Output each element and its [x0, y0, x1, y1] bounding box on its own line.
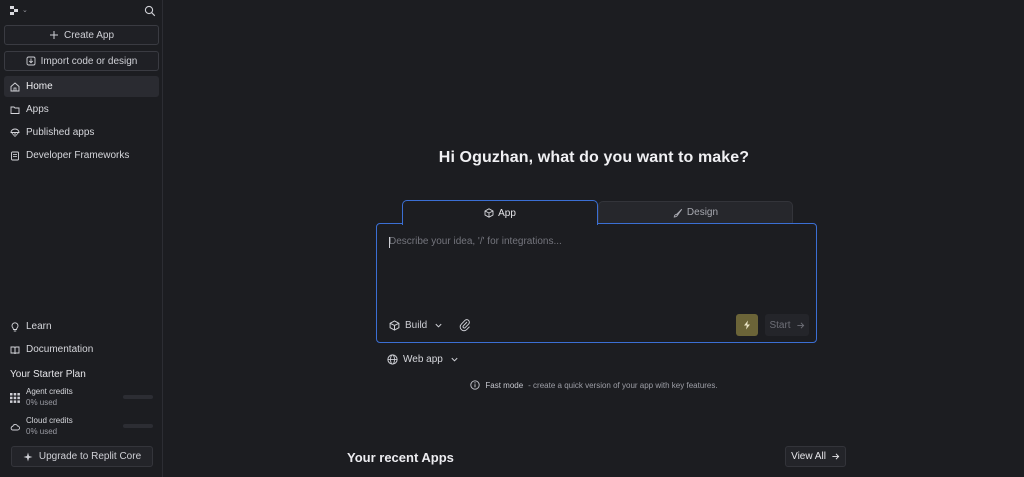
book-icon: [10, 346, 20, 354]
import-button[interactable]: Import code or design: [4, 51, 159, 71]
brush-icon: [673, 208, 683, 217]
build-label: Build: [405, 319, 428, 331]
paperclip-icon[interactable]: [459, 318, 471, 332]
sidebar-item-learn[interactable]: Learn: [4, 316, 159, 337]
search-icon[interactable]: [144, 5, 156, 17]
text-caret: [389, 237, 390, 248]
cube-icon: [484, 208, 494, 218]
chevron-down-icon: [451, 357, 458, 362]
fast-mode-label: Fast mode: [485, 380, 524, 390]
sidebar-item-published-apps[interactable]: Published apps: [4, 122, 159, 143]
sparkle-icon: [23, 452, 33, 461]
credit-progress-bar: [123, 395, 153, 399]
tab-app[interactable]: App: [402, 200, 598, 225]
fast-mode-description: - create a quick version of your app wit…: [528, 380, 718, 390]
sidebar-item-apps[interactable]: Apps: [4, 99, 159, 120]
chevron-down-icon: [435, 323, 442, 328]
fast-mode-button[interactable]: [736, 314, 758, 336]
plus-icon: [49, 31, 58, 39]
upgrade-button[interactable]: Upgrade to Replit Core: [11, 446, 153, 467]
sidebar-item-label: Home: [26, 81, 53, 92]
arrow-right-icon: [832, 453, 840, 460]
home-icon: [10, 81, 20, 91]
main-content: Hi Oguzhan, what do you want to make? Ap…: [164, 0, 1024, 477]
sidebar-item-label: Developer Frameworks: [26, 150, 130, 161]
sidebar-item-home[interactable]: Home: [4, 76, 159, 97]
info-icon: [470, 380, 481, 390]
create-app-button[interactable]: Create App: [4, 25, 159, 45]
start-label: Start: [769, 319, 791, 331]
cube-icon: [389, 319, 400, 331]
cloud-icon: [10, 424, 20, 431]
credit-usage: 0% used: [26, 427, 58, 436]
cloud-credits: Cloud credits 0% used: [10, 416, 158, 440]
tab-design[interactable]: Design: [598, 201, 793, 223]
start-button[interactable]: Start: [765, 314, 809, 336]
chevron-down-icon: ⌄: [22, 7, 28, 14]
sidebar-item-label: Learn: [26, 321, 52, 332]
tab-label: Design: [686, 207, 719, 218]
folder-icon: [10, 106, 20, 114]
tab-label: App: [498, 207, 516, 219]
sidebar-item-documentation[interactable]: Documentation: [4, 339, 159, 360]
view-all-button[interactable]: View All: [785, 446, 846, 467]
sidebar-item-developer-frameworks[interactable]: Developer Frameworks: [4, 145, 159, 166]
agent-credits: Agent credits 0% used: [10, 387, 158, 411]
upgrade-label: Upgrade to Replit Core: [38, 451, 142, 462]
app-type-label: Web app: [403, 353, 443, 365]
arrow-right-icon: [796, 321, 804, 329]
workspace-switcher[interactable]: ⌄: [8, 5, 158, 17]
frameworks-icon: [11, 151, 19, 160]
balloon-icon: [10, 128, 20, 137]
app-type-dropdown[interactable]: Web app: [387, 351, 459, 367]
plan-title: Your Starter Plan: [10, 369, 86, 380]
fast-mode-hint: Fast mode - create a quick version of yo…: [164, 380, 1024, 390]
view-all-label: View All: [791, 451, 826, 462]
create-app-label: Create App: [63, 29, 115, 41]
agent-credits-icon: [10, 393, 20, 403]
credit-name: Agent credits: [26, 387, 73, 396]
prompt-input[interactable]: [389, 236, 799, 247]
credit-progress-bar: [123, 424, 153, 428]
page-title: Hi Oguzhan, what do you want to make?: [438, 149, 750, 166]
lightbulb-icon: [11, 321, 19, 331]
bolt-icon: [744, 320, 750, 330]
build-mode-dropdown[interactable]: Build: [389, 318, 443, 332]
globe-icon: [387, 353, 398, 365]
prompt-box: Build Start: [376, 223, 817, 343]
import-label: Import code or design: [40, 55, 138, 67]
import-icon: [26, 56, 36, 66]
sidebar: ⌄ Create App Import code or design Home: [0, 0, 163, 477]
replit-logo-icon: [10, 6, 18, 15]
credit-usage: 0% used: [26, 398, 58, 407]
recent-apps-title: Your recent Apps: [347, 450, 454, 465]
sidebar-item-label: Published apps: [26, 127, 95, 138]
credit-name: Cloud credits: [26, 416, 73, 425]
sidebar-item-label: Documentation: [26, 344, 94, 355]
sidebar-item-label: Apps: [26, 104, 49, 115]
